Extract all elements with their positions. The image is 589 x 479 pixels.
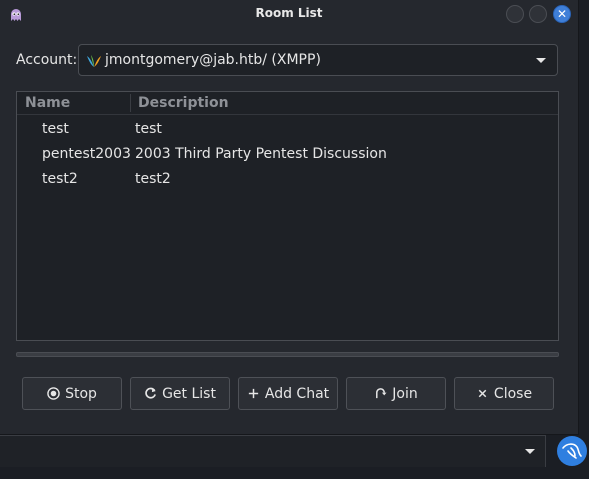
chevron-down-icon	[525, 449, 535, 454]
room-row[interactable]: test test	[17, 117, 558, 141]
stop-label: Stop	[65, 385, 97, 402]
account-label: Account:	[16, 52, 78, 68]
get-list-label: Get List	[162, 385, 216, 402]
titlebar: Room List ✕	[0, 0, 578, 28]
column-divider[interactable]	[130, 94, 131, 112]
join-label: Join	[392, 385, 418, 402]
room-row[interactable]: pentest2003 2003 Third Party Pentest Dis…	[17, 142, 558, 166]
column-header-description[interactable]: Description	[138, 95, 229, 111]
room-row[interactable]: test2 test2	[17, 167, 558, 191]
maximize-button[interactable]	[529, 5, 547, 23]
status-selector[interactable]	[0, 435, 546, 467]
close-button[interactable]: Close	[454, 377, 554, 410]
kali-menu-button[interactable]	[557, 436, 587, 466]
room-description: test2	[135, 171, 171, 187]
minimize-button[interactable]	[506, 5, 524, 23]
room-name: test	[42, 121, 69, 137]
get-list-button[interactable]: Get List	[130, 377, 230, 410]
join-icon	[376, 388, 387, 399]
column-header-name[interactable]: Name	[25, 95, 70, 111]
add-chat-label: Add Chat	[264, 385, 330, 402]
room-name: pentest2003	[42, 146, 131, 162]
room-name: test2	[42, 171, 78, 187]
close-window-button[interactable]: ✕	[553, 5, 571, 23]
xmpp-icon	[87, 55, 101, 67]
account-select[interactable]: jmontgomery@jab.htb/ (XMPP)	[78, 44, 558, 76]
close-label: Close	[493, 385, 533, 402]
close-icon	[478, 389, 487, 398]
add-chat-button[interactable]: Add Chat	[238, 377, 338, 410]
stop-button[interactable]: Stop	[22, 377, 122, 410]
room-description: 2003 Third Party Pentest Discussion	[135, 146, 387, 162]
plus-icon	[248, 388, 259, 399]
stop-icon	[47, 387, 60, 400]
chevron-down-icon	[536, 58, 546, 63]
account-value: jmontgomery@jab.htb/ (XMPP)	[105, 52, 321, 68]
join-button[interactable]: Join	[346, 377, 446, 410]
room-list-window: Room List ✕ Account: jmontgomery@jab.htb…	[0, 0, 579, 435]
refresh-icon	[145, 387, 157, 399]
window-title: Room List	[255, 6, 323, 20]
room-description: test	[135, 121, 162, 137]
kali-dragon-icon	[562, 443, 582, 459]
list-header: Name Description	[17, 92, 558, 115]
room-list[interactable]: Name Description test test pentest2003 2…	[16, 91, 559, 341]
progress-bar	[16, 352, 559, 357]
close-icon: ✕	[556, 7, 568, 21]
